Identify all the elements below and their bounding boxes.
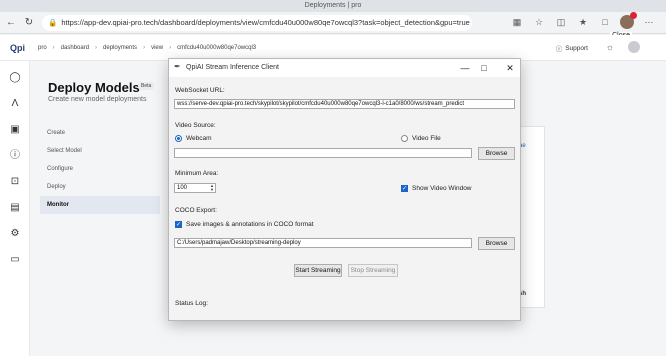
favorite-star-icon[interactable]: ☆: [532, 15, 546, 29]
stop-streaming-button[interactable]: Stop Streaming: [348, 264, 398, 277]
address-bar[interactable]: 🔒 https://app-dev.qpiai-pro.tech/dashboa…: [42, 14, 472, 31]
back-icon[interactable]: ←: [4, 16, 18, 30]
step-monitor[interactable]: Monitor: [40, 196, 160, 214]
step-create[interactable]: Create: [40, 124, 160, 142]
sidebar-rail: ◯ Λ ▣ ⓘ ⊡ ▤ ⚙ ▭: [0, 61, 30, 356]
browser-titlebar: Deployments | pro: [0, 0, 666, 12]
support-button[interactable]: ⓘ Support: [555, 43, 588, 54]
webcam-radio[interactable]: [175, 135, 182, 142]
start-streaming-button[interactable]: Start Streaming: [294, 264, 342, 277]
websocket-label: WebSocket URL:: [175, 87, 225, 94]
translate-icon[interactable]: ▦: [510, 15, 524, 29]
split-screen-icon[interactable]: ◫: [554, 15, 568, 29]
coco-path-field[interactable]: C:/Users/padmajaw/Desktop/streaming-depl…: [174, 238, 472, 248]
save-coco-label: Save images & annotations in COCO format: [186, 221, 314, 228]
profile-avatar[interactable]: [620, 12, 637, 29]
settings-icon[interactable]: ⚙: [9, 228, 21, 240]
browse-video-button[interactable]: Browse: [478, 147, 515, 160]
help-icon: ⓘ: [555, 46, 563, 53]
breadcrumb-separator: ›: [143, 44, 146, 51]
page-subtitle: Create new model deployments: [48, 96, 147, 103]
min-area-label: Minimum Area:: [175, 170, 219, 177]
deploy-steps: Create Select Model Configure Deploy Mon…: [40, 124, 160, 214]
dialog-title: QpiAI Stream Inference Client: [186, 64, 279, 71]
maximize-button[interactable]: □: [477, 61, 491, 75]
lock-icon: 🔒: [48, 18, 58, 27]
beta-badge: Beta: [138, 82, 155, 90]
breadcrumb-separator: ›: [95, 44, 98, 51]
theme-toggle-icon[interactable]: ☼: [606, 42, 614, 52]
robot-icon[interactable]: ▣: [9, 124, 21, 136]
step-select-model[interactable]: Select Model: [40, 142, 160, 160]
favorites-icon[interactable]: ★: [576, 15, 590, 29]
support-label: Support: [565, 44, 588, 52]
notification-badge: [630, 12, 637, 19]
app-logo[interactable]: Qpi: [10, 43, 30, 53]
breadcrumb-item[interactable]: pro: [38, 45, 47, 51]
spin-arrows-icon[interactable]: ▲ ▼: [210, 184, 214, 192]
webcam-label: Webcam: [186, 135, 212, 142]
deploy-icon[interactable]: ⊡: [9, 176, 21, 188]
annotate-icon[interactable]: Λ: [9, 98, 21, 110]
breadcrumb-item[interactable]: dashboard: [61, 45, 89, 51]
show-video-label: Show Video Window: [412, 185, 472, 192]
book-icon[interactable]: ▤: [9, 202, 21, 214]
close-button[interactable]: ✕: [503, 61, 517, 75]
browser-toolbar: ← ↻ 🔒 https://app-dev.qpiai-pro.tech/das…: [0, 12, 666, 34]
feather-icon: ✒: [174, 62, 181, 71]
breadcrumb-item[interactable]: deployments: [103, 45, 137, 51]
video-path-field[interactable]: [174, 148, 472, 158]
breadcrumb-item[interactable]: view: [151, 45, 163, 51]
show-video-checkbox[interactable]: ✓: [401, 185, 408, 192]
status-log-label: Status Log:: [175, 300, 208, 307]
video-source-label: Video Source:: [175, 122, 216, 129]
info-icon[interactable]: ⓘ: [9, 150, 21, 162]
reload-icon[interactable]: ↻: [22, 16, 36, 30]
page-title: Deploy Models: [48, 80, 140, 95]
more-icon[interactable]: ⋯: [642, 15, 656, 29]
stream-client-dialog: ✒ QpiAI Stream Inference Client — □ ✕ We…: [168, 58, 521, 321]
video-file-radio[interactable]: [401, 135, 408, 142]
step-deploy[interactable]: Deploy: [40, 178, 160, 196]
dialog-titlebar[interactable]: ✒ QpiAI Stream Inference Client — □ ✕: [169, 59, 520, 77]
minimize-button[interactable]: —: [458, 61, 472, 75]
breadcrumb-item[interactable]: cmfcdu40u000w80qe7owcql3: [177, 45, 256, 51]
browse-coco-button[interactable]: Browse: [478, 237, 515, 250]
breadcrumb: pro › dashboard › deployments › view › c…: [38, 45, 256, 51]
collections-icon[interactable]: □: [598, 15, 612, 29]
database-icon[interactable]: ◯: [9, 72, 21, 84]
step-configure[interactable]: Configure: [40, 160, 160, 178]
tab-title: Deployments | pro: [304, 2, 362, 9]
coco-export-label: COCO Export:: [175, 207, 217, 214]
url-text: https://app-dev.qpiai-pro.tech/dashboard…: [61, 18, 470, 27]
breadcrumb-separator: ›: [169, 44, 172, 51]
breadcrumb-separator: ›: [52, 44, 55, 51]
save-coco-checkbox[interactable]: ✓: [175, 221, 182, 228]
websocket-url-field[interactable]: wss://serve-dev.qpiai-pro.tech/skypilot/…: [174, 99, 515, 109]
user-avatar[interactable]: [628, 41, 640, 53]
billing-icon[interactable]: ▭: [9, 254, 21, 266]
video-file-label: Video File: [412, 135, 441, 142]
browser-actions: ▦ ☆ ◫ ★ □ ⋯: [510, 12, 656, 29]
